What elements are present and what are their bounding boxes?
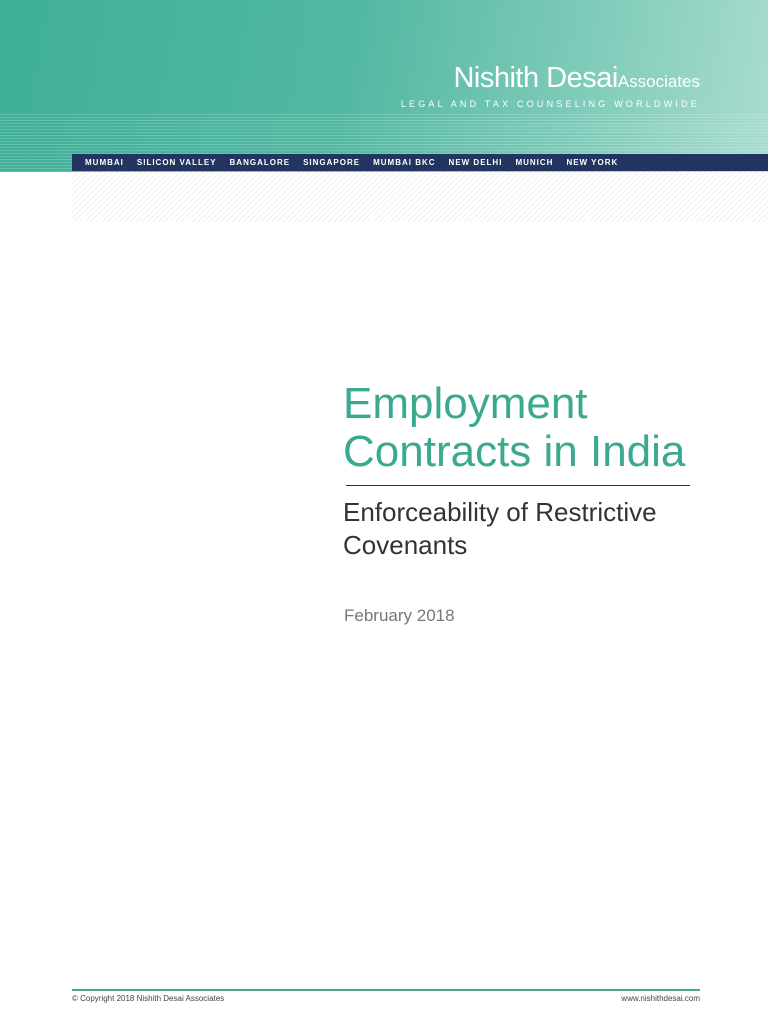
office: SILICON VALLEY — [136, 158, 217, 167]
website-link[interactable]: www.nishithdesai.com — [621, 994, 700, 1003]
subtitle-line: Enforceability of Restrictive — [343, 497, 657, 527]
title-line: Contracts in India — [343, 427, 686, 476]
office: MUMBAI — [85, 158, 124, 167]
firm-logo: Nishith DesaiAssociates LEGAL AND TAX CO… — [401, 62, 700, 109]
title-line: Employment — [343, 379, 588, 428]
offices-bar: MUMBAI SILICON VALLEY BANGALORE SINGAPOR… — [72, 154, 768, 171]
office: MUMBAI BKC — [373, 158, 436, 167]
office: NEW DELHI — [448, 158, 503, 167]
office: MUNICH — [515, 158, 554, 167]
document-title: Employment Contracts in India — [343, 380, 685, 476]
tagline: LEGAL AND TAX COUNSELING WORLDWIDE — [400, 99, 700, 109]
office: BANGALORE — [229, 158, 291, 167]
copyright: © Copyright 2018 Nishith Desai Associate… — [72, 994, 225, 1003]
title-divider — [346, 485, 690, 486]
office: SINGAPORE — [303, 158, 361, 167]
logo-suffix: Associates — [617, 72, 700, 91]
office: NEW YORK — [566, 158, 619, 167]
decorative-pattern — [72, 172, 768, 222]
document-date: February 2018 — [344, 606, 455, 625]
logo-name: Nishith Desai — [453, 62, 618, 94]
footer-divider — [72, 989, 700, 991]
subtitle-line: Covenants — [343, 530, 468, 560]
document-subtitle: Enforceability of Restrictive Covenants — [343, 496, 657, 562]
